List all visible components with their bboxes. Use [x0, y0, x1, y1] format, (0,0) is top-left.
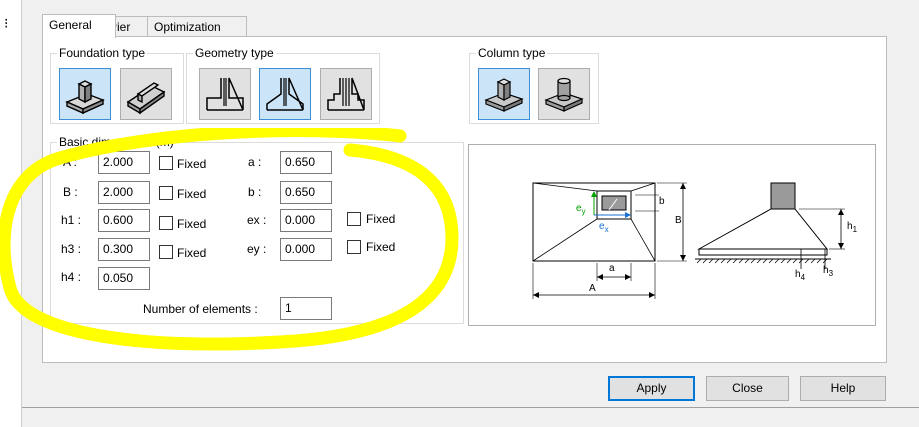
stepped-footing-button[interactable]	[320, 68, 372, 120]
dim-h1-fixed-checkbox[interactable]	[159, 216, 173, 230]
dim-ey-fixed-label: Fixed	[366, 240, 396, 254]
circular-column-button[interactable]	[538, 68, 590, 120]
geometry-type-legend: Geometry type	[195, 46, 274, 60]
dim-B-input[interactable]: 2.000	[98, 181, 150, 204]
rectangular-footing-button[interactable]	[199, 68, 251, 120]
diagram-B-label: B	[675, 215, 682, 226]
status-bar	[22, 407, 919, 427]
rectangular-column-button[interactable]	[478, 68, 530, 120]
dim-h3-fixed-label: Fixed	[177, 246, 207, 260]
basic-dimensions-legend: Basic dimensions (m)	[59, 135, 174, 149]
foundation-type-legend: Foundation type	[59, 46, 146, 60]
dim-h1-input[interactable]: 0.600	[98, 209, 150, 232]
dim-B-fixed-checkbox[interactable]	[159, 186, 173, 200]
dim-A-input[interactable]: 2.000	[98, 151, 150, 174]
dim-B-label: B :	[63, 185, 78, 199]
rectangular-footing-icon	[206, 77, 244, 111]
dim-h3-input[interactable]: 0.300	[98, 238, 150, 261]
dim-ex-fixed-checkbox[interactable]	[347, 212, 361, 226]
dim-A-fixed-label: Fixed	[177, 157, 207, 171]
panel-grip-icon: ⁝	[4, 16, 9, 32]
diagram-a-label: a	[609, 263, 615, 274]
dim-ey-label: ey :	[247, 242, 267, 256]
diagram-ex-label: ex	[599, 221, 609, 234]
diagram-h3-label: h3	[823, 265, 834, 278]
dim-a-input[interactable]: 0.650	[280, 151, 332, 174]
dim-h4-label: h4 :	[61, 270, 82, 284]
dim-h3-fixed-checkbox[interactable]	[159, 245, 173, 259]
close-button[interactable]: Close	[706, 376, 789, 401]
dim-ex-label: ex :	[247, 213, 267, 227]
number-of-elements-label: Number of elements :	[143, 302, 258, 316]
diagram-h4-label: h4	[795, 269, 806, 282]
dim-b-input[interactable]: 0.650	[280, 181, 332, 204]
tab-general[interactable]: General	[42, 14, 116, 38]
diagram-b-label: b	[659, 196, 665, 207]
tab-optimization[interactable]: Optimization	[147, 16, 247, 37]
sloped-footing-button[interactable]	[259, 68, 311, 120]
dim-ey-input[interactable]: 0.000	[280, 238, 332, 261]
strip-footing-icon	[126, 82, 166, 115]
dim-b-label: b :	[248, 185, 262, 199]
rectangular-column-icon	[484, 78, 524, 112]
dim-A-fixed-checkbox[interactable]	[159, 156, 173, 170]
left-panel-strip	[0, 0, 22, 427]
diagram-A-label: A	[589, 283, 596, 294]
dim-h4-input[interactable]: 0.050	[98, 267, 150, 290]
dim-ey-fixed-checkbox[interactable]	[347, 240, 361, 254]
stepped-footing-icon	[327, 77, 365, 111]
help-button[interactable]: Help	[800, 376, 886, 401]
dim-h1-label: h1 :	[61, 213, 82, 227]
number-of-elements-input[interactable]: 1	[280, 297, 332, 320]
footing-diagram: ey ex b B a A h1 h4 h3	[468, 144, 876, 326]
dim-A-label: A :	[63, 155, 78, 169]
circular-column-icon	[544, 77, 584, 112]
strip-footing-button[interactable]	[120, 68, 172, 120]
diagram-h1-label: h1	[847, 221, 858, 234]
isolated-footing-button[interactable]	[59, 68, 111, 120]
dim-B-fixed-label: Fixed	[177, 187, 207, 201]
sloped-footing-icon	[266, 77, 304, 111]
dim-h3-label: h3 :	[61, 242, 82, 256]
dim-h1-fixed-label: Fixed	[177, 217, 207, 231]
isolated-footing-icon	[65, 80, 105, 115]
dim-ex-fixed-label: Fixed	[366, 212, 396, 226]
column-type-legend: Column type	[478, 46, 546, 60]
dim-ex-input[interactable]: 0.000	[280, 209, 332, 232]
apply-button[interactable]: Apply	[608, 376, 695, 401]
footing-diagram-drawing	[532, 182, 845, 299]
diagram-ey-label: ey	[576, 203, 586, 216]
dim-a-label: a :	[248, 155, 262, 169]
